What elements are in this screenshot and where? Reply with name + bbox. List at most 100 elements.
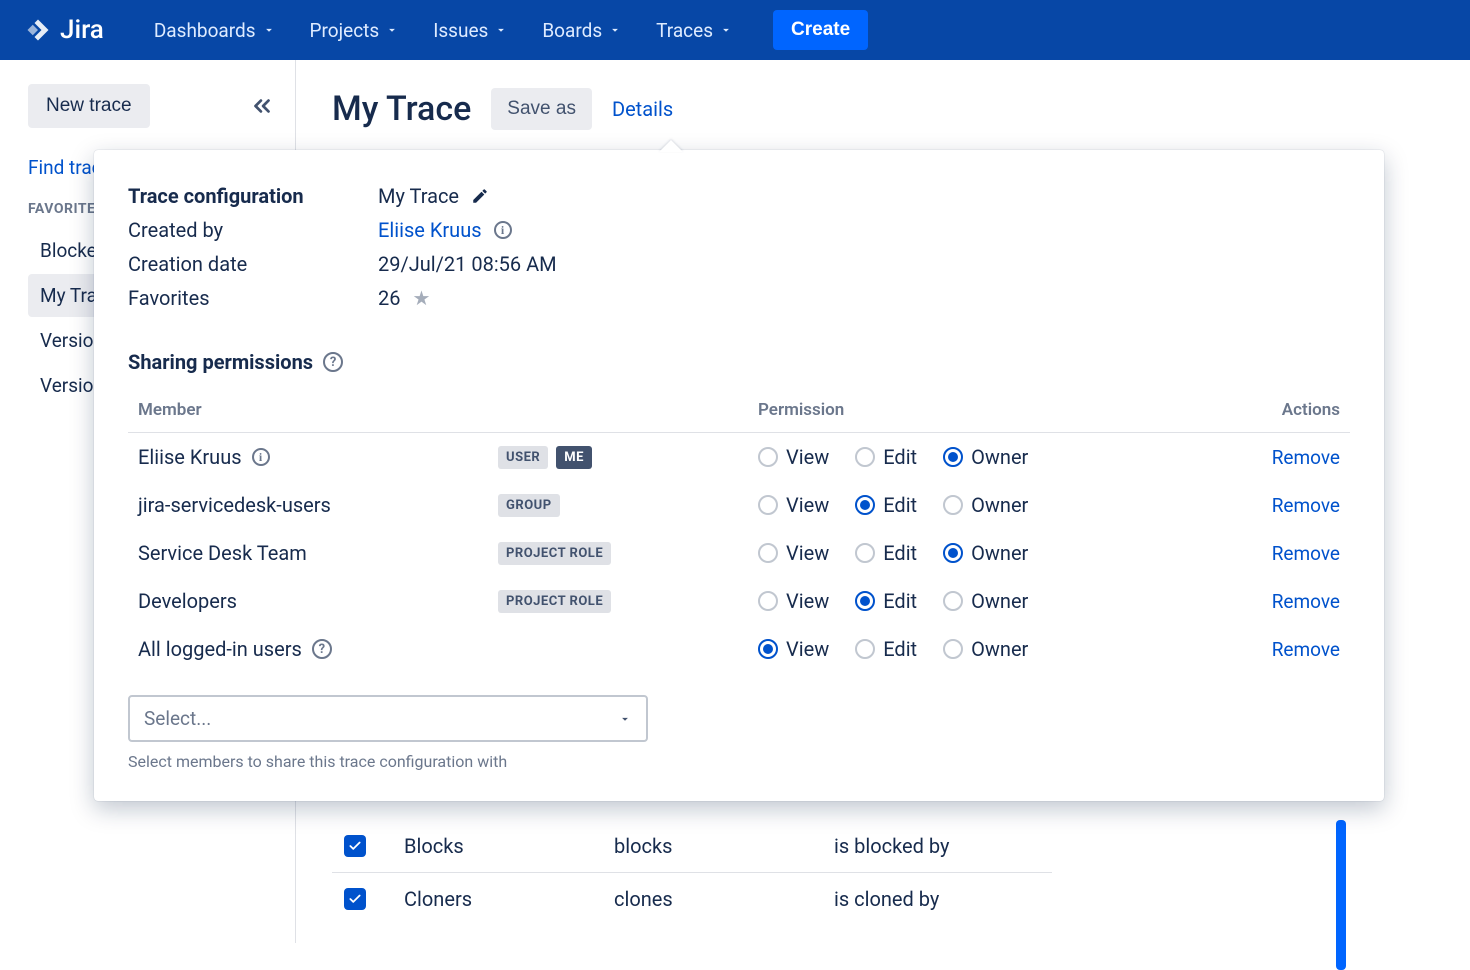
radio-label: Edit — [883, 541, 917, 565]
radio-icon — [855, 495, 875, 515]
favorites-label: Favorites — [128, 286, 378, 310]
permission-row: jira-servicedesk-users GROUP View Edit Owner… — [128, 481, 1350, 529]
radio-icon — [855, 591, 875, 611]
col-actions: Actions — [1078, 400, 1340, 420]
radio-label: View — [786, 589, 829, 613]
radio-label: Owner — [971, 589, 1028, 613]
remove-link[interactable]: Remove — [1272, 446, 1340, 469]
details-popover: Trace configuration My Trace Created by … — [94, 150, 1384, 801]
remove-link[interactable]: Remove — [1272, 638, 1340, 661]
radio-icon — [855, 639, 875, 659]
top-nav: Jira Dashboards Projects Issues Boards Trace… — [0, 0, 1470, 60]
radio-icon — [758, 495, 778, 515]
nav-projects[interactable]: Projects — [302, 13, 408, 48]
chevron-down-icon — [618, 712, 632, 726]
permission-view[interactable]: View — [758, 637, 829, 661]
help-icon[interactable]: ? — [312, 639, 332, 659]
permission-edit[interactable]: Edit — [855, 541, 917, 565]
permission-edit[interactable]: Edit — [855, 637, 917, 661]
create-button[interactable]: Create — [773, 10, 868, 50]
badge: ME — [556, 446, 592, 469]
radio-icon — [758, 591, 778, 611]
permission-view[interactable]: View — [758, 493, 829, 517]
radio-label: Edit — [883, 493, 917, 517]
badge: PROJECT ROLE — [498, 542, 611, 565]
checkbox-icon[interactable] — [344, 888, 366, 910]
nav-dashboards[interactable]: Dashboards — [146, 13, 284, 48]
member-badges: GROUP — [498, 494, 758, 517]
member-name: Service Desk Team — [138, 541, 307, 565]
member-name: jira-servicedesk-users — [138, 493, 331, 517]
save-as-button[interactable]: Save as — [491, 88, 592, 130]
permission-row: All logged-in users? View Edit Owner Remove — [128, 625, 1350, 673]
remove-link[interactable]: Remove — [1272, 542, 1340, 565]
permission-row: Eliise KruusiUSERMEViewEditOwnerRemove — [128, 433, 1350, 481]
nav-issues[interactable]: Issues — [425, 13, 516, 48]
member-name: Developers — [138, 589, 237, 613]
remove-link[interactable]: Remove — [1272, 494, 1340, 517]
nav-label: Boards — [542, 19, 602, 42]
nav-boards[interactable]: Boards — [534, 13, 630, 48]
help-icon[interactable]: ? — [323, 352, 343, 372]
favorites-count: 26 — [378, 286, 400, 310]
remove-link[interactable]: Remove — [1272, 590, 1340, 613]
permission-owner[interactable]: Owner — [943, 445, 1028, 469]
checkbox-icon[interactable] — [344, 835, 366, 857]
member-select[interactable]: Select... — [128, 695, 648, 742]
radio-icon — [943, 447, 963, 467]
radio-label: View — [786, 493, 829, 517]
edit-name-icon[interactable] — [471, 187, 489, 205]
config-name: My Trace — [378, 184, 459, 208]
member-name: All logged-in users — [138, 637, 302, 661]
collapse-sidebar-icon[interactable] — [249, 93, 275, 119]
table-cell: Blocks — [404, 834, 614, 858]
table-cell: clones — [614, 887, 834, 911]
table-cell: Cloners — [404, 887, 614, 911]
scroll-indicator — [1336, 820, 1346, 970]
radio-label: Owner — [971, 637, 1028, 661]
permission-edit[interactable]: Edit — [855, 493, 917, 517]
permission-view[interactable]: View — [758, 445, 829, 469]
radio-label: Edit — [883, 445, 917, 469]
star-icon[interactable]: ★ — [412, 286, 430, 310]
new-trace-button[interactable]: New trace — [28, 84, 150, 128]
radio-label: Edit — [883, 589, 917, 613]
details-link[interactable]: Details — [612, 97, 673, 121]
created-by-user[interactable]: Eliise Kruus — [378, 218, 482, 242]
radio-icon — [758, 447, 778, 467]
chevron-down-icon — [719, 23, 733, 37]
chevron-down-icon — [385, 23, 399, 37]
jira-logo-icon — [24, 16, 52, 44]
nav-traces[interactable]: Traces — [648, 13, 741, 48]
brand-text: Jira — [60, 15, 104, 45]
table-cell: blocks — [614, 834, 834, 858]
badge: PROJECT ROLE — [498, 590, 611, 613]
table-cell: is blocked by — [834, 834, 1054, 858]
radio-icon — [943, 543, 963, 563]
permission-options: View Edit Owner — [758, 637, 1078, 661]
radio-icon — [943, 639, 963, 659]
permission-edit[interactable]: Edit — [855, 589, 917, 613]
permission-owner[interactable]: Owner — [943, 541, 1028, 565]
info-icon[interactable]: i — [252, 448, 270, 466]
config-heading: Trace configuration — [128, 184, 378, 208]
table-cell: is cloned by — [834, 887, 1054, 911]
radio-icon — [943, 591, 963, 611]
permission-owner[interactable]: Owner — [943, 589, 1028, 613]
badge: GROUP — [498, 494, 560, 517]
permission-owner[interactable]: Owner — [943, 493, 1028, 517]
chevron-down-icon — [262, 23, 276, 37]
info-icon[interactable]: i — [494, 221, 512, 239]
creation-date-value: 29/Jul/21 08:56 AM — [378, 252, 1350, 276]
page-title: My Trace — [332, 89, 471, 129]
select-placeholder: Select... — [144, 707, 211, 730]
radio-label: View — [786, 445, 829, 469]
permission-owner[interactable]: Owner — [943, 637, 1028, 661]
sharing-heading: Sharing permissions — [128, 350, 313, 374]
permission-edit[interactable]: Edit — [855, 445, 917, 469]
permission-options: View Edit Owner — [758, 445, 1078, 469]
permission-view[interactable]: View — [758, 541, 829, 565]
permission-view[interactable]: View — [758, 589, 829, 613]
jira-logo[interactable]: Jira — [24, 15, 104, 45]
radio-icon — [943, 495, 963, 515]
